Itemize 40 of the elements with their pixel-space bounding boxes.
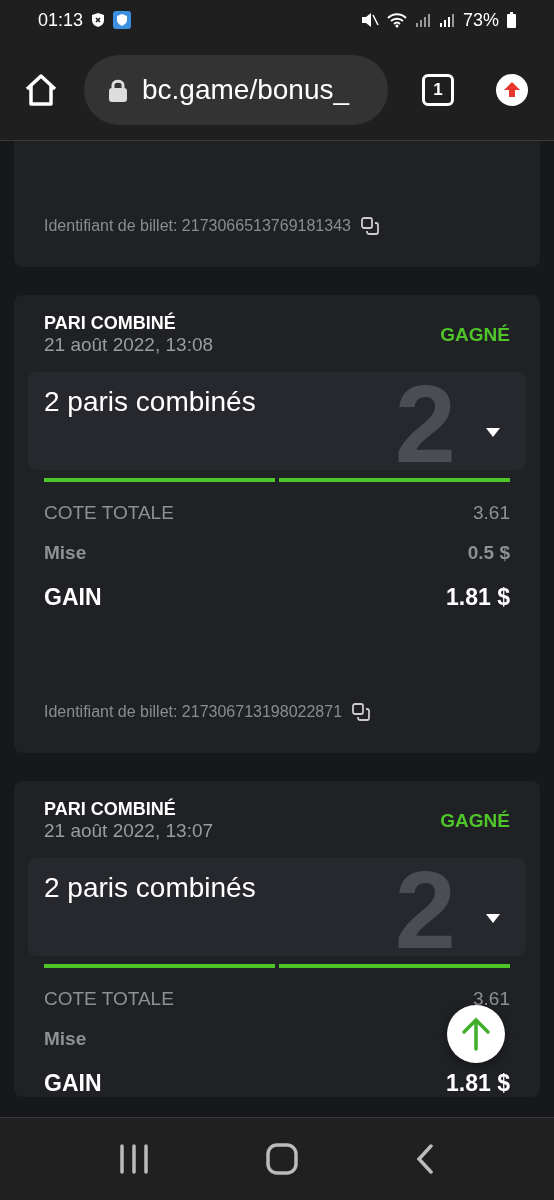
bet-status: GAGNÉ [440,323,510,346]
payout-value: 1.81 $ [446,1070,510,1097]
ticket-id: Identifiant de billet: 217306713198022871 [44,703,343,721]
clock: 01:13 [38,9,84,31]
tab-count-button[interactable]: 1 [422,74,454,106]
odds-value: 3.61 [473,502,510,524]
wifi-icon [386,12,407,28]
signal-icon [414,12,431,28]
address-bar[interactable]: bc.game/bonus_ [84,55,388,125]
payout-label: GAIN [44,1070,102,1097]
bet-date: 21 août 2022, 13:07 [44,820,214,842]
battery-percent: 73% [462,9,499,31]
odds-label: COTE TOTALE [44,988,174,1010]
shield-icon [91,12,106,28]
stake-value: 0.5 $ [467,542,510,564]
bet-date: 21 août 2022, 13:08 [44,334,214,356]
ticket-id: Identifiant de billet: 2173066513769181343 [44,217,351,235]
arrow-up-icon [460,1017,492,1051]
mute-icon [360,12,379,28]
bet-status: GAGNÉ [440,809,510,832]
shield-app-icon [113,11,132,29]
bet-type: PARI COMBINÉ [44,799,177,820]
arrow-up-icon[interactable] [496,74,528,106]
home-icon[interactable] [266,1143,298,1175]
back-icon[interactable] [415,1144,436,1174]
caret-icon [486,914,500,923]
payout-value: 1.81 $ [446,584,510,611]
stake-label: Mise [44,1028,87,1050]
battery-icon [507,12,516,28]
copy-icon[interactable] [352,703,371,721]
bet-type: PARI COMBINÉ [44,313,177,334]
copy-icon[interactable] [360,217,379,235]
signal-icon [438,12,455,28]
stake-label: Mise [44,542,87,564]
odds-value: 3.61 [473,988,510,1010]
payout-label: GAIN [44,584,102,611]
recent-apps-icon[interactable] [118,1144,149,1174]
caret-icon [486,428,500,437]
lock-icon [108,78,128,102]
odds-label: COTE TOTALE [44,502,174,524]
